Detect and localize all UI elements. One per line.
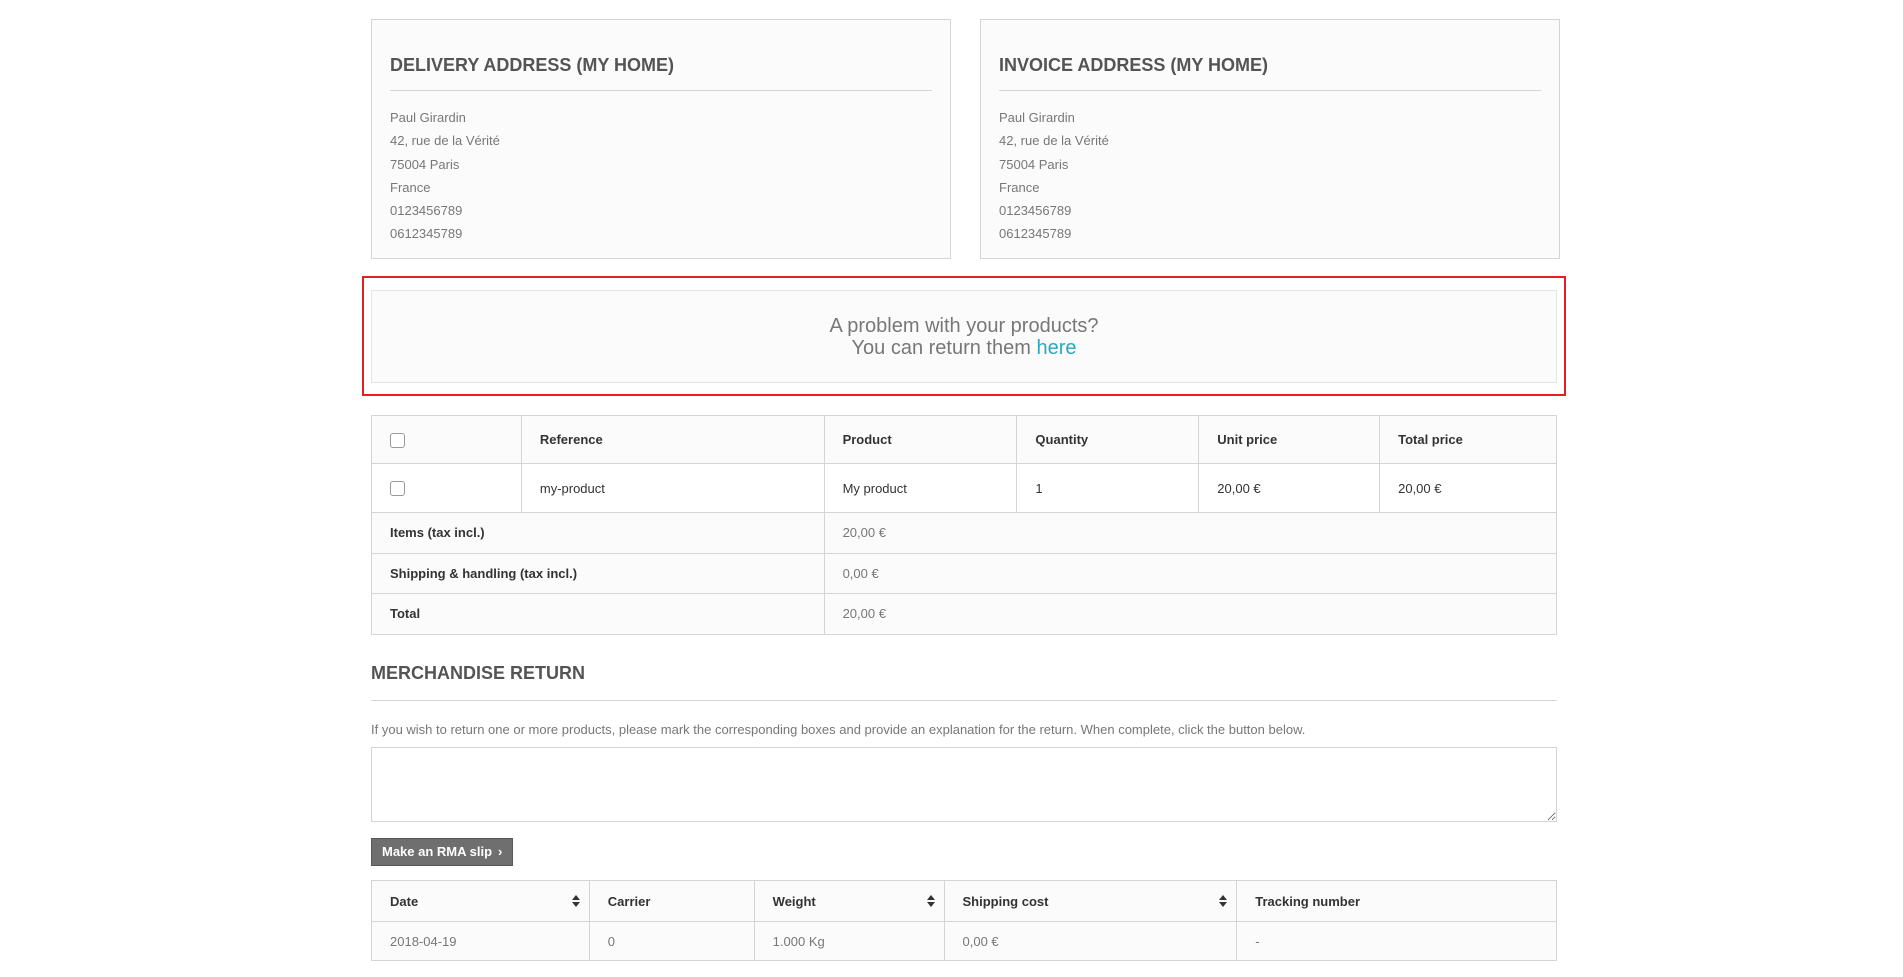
make-rma-slip-label: Make an RMA slip — [382, 844, 493, 859]
delivery-address-lines: Paul Girardin 42, rue de la Vérité 75004… — [390, 91, 932, 246]
totals-row-shipping: Shipping & handling (tax incl.) 0,00 € — [371, 552, 1558, 594]
col-shipping-cost[interactable]: Shipping cost — [943, 880, 1238, 922]
col-shipping-cost-label: Shipping cost — [962, 893, 1049, 909]
shipping-table: Date Carrier Weight Shipping cost Tracki… — [371, 880, 1557, 961]
cell-unit-price: 20,00 € — [1198, 463, 1381, 513]
grand-total-label: Total — [371, 593, 825, 635]
row-select-cell — [371, 463, 522, 513]
return-notice-line1: A problem with your products? — [829, 315, 1099, 337]
select-all-checkbox[interactable] — [390, 432, 405, 448]
cell-total-price: 20,00 € — [1379, 463, 1557, 513]
sort-icon[interactable] — [571, 895, 580, 907]
invoice-name: Paul Girardin — [999, 110, 1075, 125]
invoice-street: 42, rue de la Vérité — [999, 133, 1109, 149]
col-date[interactable]: Date — [371, 880, 590, 922]
cell-product: My product — [823, 463, 1018, 513]
table-row: my-product My product 1 20,00 € 20,00 € — [371, 463, 1557, 513]
delivery-phone: 0123456789 — [390, 203, 463, 219]
col-reference: Reference — [520, 415, 825, 464]
cell-date: 2018-04-19 — [371, 921, 590, 961]
col-tracking-number: Tracking number — [1236, 880, 1557, 922]
return-notice-line2: You can return them here — [372, 337, 1556, 359]
select-all-cell — [371, 415, 522, 464]
delivery-street: 42, rue de la Vérité — [390, 133, 500, 149]
merchandise-return-title: MERCHANDISE RETURN — [371, 663, 1557, 701]
invoice-phone: 0123456789 — [999, 203, 1072, 219]
chevron-right-icon: › — [498, 844, 503, 859]
row-checkbox[interactable] — [390, 481, 405, 497]
invoice-country: France — [999, 179, 1040, 195]
items-total-label: Items (tax incl.) — [371, 512, 825, 554]
return-notice-box: A problem with your products? You can re… — [371, 290, 1557, 383]
col-quantity: Quantity — [1016, 415, 1200, 464]
products-header-row: Reference Product Quantity Unit price To… — [371, 415, 1557, 464]
delivery-name: Paul Girardin — [390, 110, 466, 125]
col-product: Product — [823, 415, 1018, 464]
cell-reference: my-product — [520, 463, 825, 513]
col-weight-label: Weight — [772, 893, 816, 909]
invoice-address-lines: Paul Girardin 42, rue de la Vérité 75004… — [999, 91, 1541, 246]
cell-weight: 1.000 Kg — [753, 921, 945, 961]
col-unit-price: Unit price — [1198, 415, 1381, 464]
shipping-header-row: Date Carrier Weight Shipping cost Tracki… — [371, 880, 1557, 922]
invoice-address-title: INVOICE ADDRESS (MY HOME) — [999, 20, 1541, 91]
merchandise-return-text: If you wish to return one or more produc… — [371, 722, 1306, 737]
delivery-mobile: 0612345789 — [390, 226, 463, 242]
sort-icon[interactable] — [1219, 895, 1228, 907]
products-table: Reference Product Quantity Unit price To… — [371, 415, 1558, 635]
invoice-address-box: INVOICE ADDRESS (MY HOME) Paul Girardin … — [980, 19, 1560, 259]
cell-shipping-cost: 0,00 € — [943, 921, 1238, 961]
items-total-value: 20,00 € — [823, 512, 1558, 554]
shipping-total-value: 0,00 € — [823, 552, 1558, 594]
delivery-address-title: DELIVERY ADDRESS (MY HOME) — [390, 20, 932, 91]
col-date-label: Date — [390, 893, 419, 909]
cell-carrier: 0 — [588, 921, 755, 961]
cell-tracking-number: - — [1236, 921, 1557, 961]
delivery-country: France — [390, 179, 431, 195]
order-detail-page: DELIVERY ADDRESS (MY HOME) Paul Girardin… — [0, 0, 1903, 977]
delivery-address-box: DELIVERY ADDRESS (MY HOME) Paul Girardin… — [371, 19, 951, 259]
invoice-city: 75004 Paris — [999, 156, 1069, 172]
totals-row-grand: Total 20,00 € — [371, 593, 1558, 635]
invoice-mobile: 0612345789 — [999, 226, 1072, 242]
shipping-total-label: Shipping & handling (tax incl.) — [371, 552, 825, 594]
table-row: 2018-04-19 0 1.000 Kg 0,00 € - — [371, 921, 1557, 961]
make-rma-slip-button[interactable]: Make an RMA slip › — [371, 838, 514, 866]
grand-total-value: 20,00 € — [823, 593, 1558, 635]
totals-row-items: Items (tax incl.) 20,00 € — [371, 512, 1558, 554]
return-notice-text: You can return them — [851, 337, 1031, 359]
sort-icon[interactable] — [926, 895, 935, 907]
cell-quantity: 1 — [1016, 463, 1200, 513]
delivery-city: 75004 Paris — [390, 156, 460, 172]
col-carrier: Carrier — [588, 880, 755, 922]
return-reason-textarea[interactable] — [371, 747, 1557, 822]
return-here-link[interactable]: here — [1036, 337, 1076, 359]
col-total-price: Total price — [1379, 415, 1557, 464]
col-weight[interactable]: Weight — [753, 880, 945, 922]
